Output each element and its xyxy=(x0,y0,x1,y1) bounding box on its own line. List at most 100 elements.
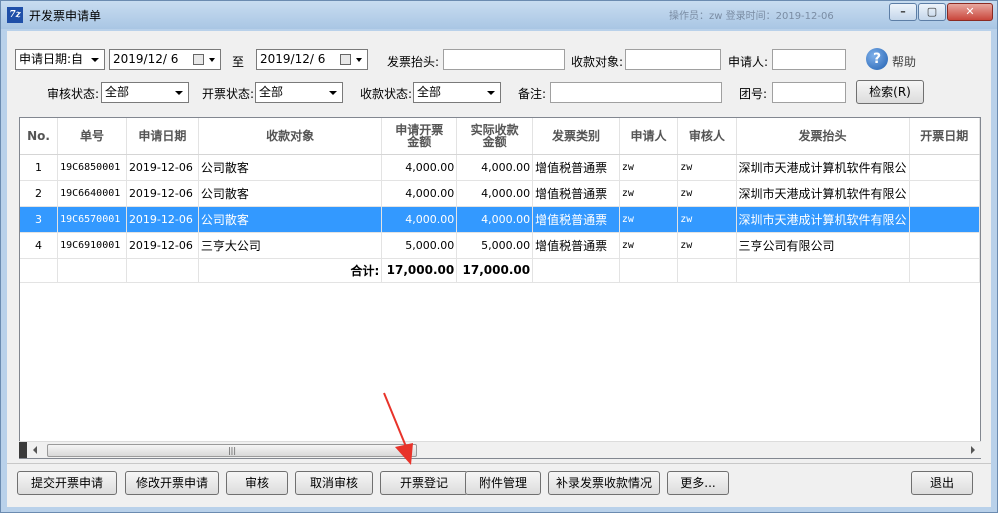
col-header-title[interactable]: 发票抬头 xyxy=(736,118,910,155)
audit-status-label: 审核状态: xyxy=(47,87,100,101)
cell-apply-amount: 4,000.00 xyxy=(381,154,458,181)
cell-applicant: zw xyxy=(619,180,679,207)
total-cell-empty xyxy=(909,258,980,283)
audit-status-select[interactable]: 全部 xyxy=(101,82,189,103)
attachment-manage-button[interactable]: 附件管理 xyxy=(465,471,541,495)
minimize-button[interactable]: – xyxy=(889,3,917,21)
submit-invoice-request-button[interactable]: 提交开票申请 xyxy=(17,471,117,495)
cell-date: 2019-12-06 xyxy=(126,180,199,207)
cell-type: 增值税普通票 xyxy=(532,206,620,233)
payee-label: 收款对象: xyxy=(571,55,624,69)
col-header-apply-amount[interactable]: 申请开票 金额 xyxy=(381,118,458,155)
total-cell-empty xyxy=(57,258,127,283)
col-header-actual-amount[interactable]: 实际收款 金额 xyxy=(456,118,534,155)
divider xyxy=(7,463,991,464)
chevron-down-icon[interactable] xyxy=(356,58,362,62)
exit-button[interactable]: 退出 xyxy=(911,471,973,495)
table-row[interactable]: 2 19C6640001 2019-12-06 公司散客 4,000.00 4,… xyxy=(20,180,980,207)
cell-payee: 公司散客 xyxy=(198,180,383,207)
chevron-down-icon[interactable] xyxy=(209,58,215,62)
remark-input[interactable] xyxy=(550,82,722,103)
total-actual-amount: 17,000.00 xyxy=(456,258,534,283)
invoice-status-value: 全部 xyxy=(259,85,284,99)
invoice-register-button[interactable]: 开票登记 xyxy=(380,471,468,495)
date-from-picker[interactable]: 2019/12/ 6 xyxy=(109,49,221,70)
horizontal-scrollbar[interactable]: ||| xyxy=(19,441,981,458)
cell-apply-amount: 4,000.00 xyxy=(381,180,458,207)
date-mode-select[interactable]: 申请日期:自 xyxy=(15,49,105,70)
maximize-button[interactable]: ▢ xyxy=(918,3,946,21)
cell-title: 深圳市天港成计算机软件有限公 xyxy=(736,180,910,207)
scroll-right-arrow-icon[interactable] xyxy=(971,446,975,454)
collect-status-select[interactable]: 全部 xyxy=(413,82,501,103)
invoice-status-select[interactable]: 全部 xyxy=(255,82,343,103)
payee-input[interactable] xyxy=(625,49,721,70)
cell-invoice-date xyxy=(909,180,980,207)
table-total-row: 合计: 17,000.00 17,000.00 xyxy=(20,258,980,283)
calendar-icon[interactable] xyxy=(193,54,204,65)
col-header-type[interactable]: 发票类别 xyxy=(532,118,620,155)
search-button[interactable]: 检索(R) xyxy=(856,80,924,104)
audit-button[interactable]: 审核 xyxy=(226,471,288,495)
table-header-row: No. 单号 申请日期 收款对象 申请开票 金额 实际收款 金额 发票类别 申请… xyxy=(20,118,980,155)
table-row[interactable]: 1 19C6850001 2019-12-06 公司散客 4,000.00 4,… xyxy=(20,154,980,181)
col-header-no[interactable]: No. xyxy=(20,118,59,155)
cell-applicant: zw xyxy=(619,154,679,181)
scrollbar-thumb[interactable]: ||| xyxy=(47,444,417,457)
cell-actual-amount: 5,000.00 xyxy=(456,232,534,259)
cell-auditor: zw xyxy=(677,232,737,259)
table-row-selected[interactable]: 3 19C6570001 2019-12-06 公司散客 4,000.00 4,… xyxy=(20,206,980,233)
cell-no: 2 xyxy=(20,180,59,207)
total-label: 合计: xyxy=(198,258,383,283)
app-logo-icon: 7z xyxy=(7,7,23,23)
cell-no: 3 xyxy=(20,206,59,233)
col-header-auditor[interactable]: 审核人 xyxy=(677,118,737,155)
to-label: 至 xyxy=(232,55,245,69)
cell-order: 19C6570001 xyxy=(57,206,127,233)
col-header-invoice-date[interactable]: 开票日期 xyxy=(909,118,980,155)
col-header-applicant[interactable]: 申请人 xyxy=(619,118,679,155)
applicant-input[interactable] xyxy=(772,49,846,70)
cell-invoice-date xyxy=(909,206,980,233)
cell-actual-amount: 4,000.00 xyxy=(456,154,534,181)
cell-date: 2019-12-06 xyxy=(126,206,199,233)
help-icon[interactable]: ? xyxy=(866,48,888,70)
group-input[interactable] xyxy=(772,82,846,103)
cell-payee: 三亨大公司 xyxy=(198,232,383,259)
cell-type: 增值税普通票 xyxy=(532,154,620,181)
help-link[interactable]: 帮助 xyxy=(892,53,916,70)
title-status-text: 操作员：zw 登录时间：2019-12-06 xyxy=(669,11,834,22)
total-cell-empty xyxy=(619,258,679,283)
date-to-picker[interactable]: 2019/12/ 6 xyxy=(256,49,368,70)
invoice-status-label: 开票状态: xyxy=(202,87,255,101)
cell-apply-amount: 5,000.00 xyxy=(381,232,458,259)
invoice-title-input[interactable] xyxy=(443,49,565,70)
total-cell-empty xyxy=(677,258,737,283)
col-header-date[interactable]: 申请日期 xyxy=(126,118,199,155)
total-cell-empty xyxy=(532,258,620,283)
cell-title: 深圳市天港成计算机软件有限公 xyxy=(736,154,910,181)
col-header-order[interactable]: 单号 xyxy=(57,118,127,155)
supplement-receipt-button[interactable]: 补录发票收款情况 xyxy=(548,471,660,495)
applicant-label: 申请人: xyxy=(728,55,769,69)
date-from-value: 2019/12/ 6 xyxy=(113,52,179,66)
modify-invoice-request-button[interactable]: 修改开票申请 xyxy=(125,471,219,495)
scroll-left-arrow-icon[interactable] xyxy=(33,446,37,454)
cell-no: 1 xyxy=(20,154,59,181)
title-bar[interactable]: 7z 开发票申请单 操作员：zw 登录时间：2019-12-06 – ▢ ✕ xyxy=(1,1,997,29)
data-grid: No. 单号 申请日期 收款对象 申请开票 金额 实际收款 金额 发票类别 申请… xyxy=(20,118,980,283)
cell-no: 4 xyxy=(20,232,59,259)
scroll-left-edge xyxy=(19,442,27,458)
calendar-icon[interactable] xyxy=(340,54,351,65)
close-button[interactable]: ✕ xyxy=(947,3,993,21)
cell-date: 2019-12-06 xyxy=(126,232,199,259)
more-button[interactable]: 更多... xyxy=(667,471,729,495)
total-cell-empty xyxy=(126,258,199,283)
col-header-payee[interactable]: 收款对象 xyxy=(198,118,383,155)
cell-payee: 公司散客 xyxy=(198,154,383,181)
cancel-audit-button[interactable]: 取消审核 xyxy=(295,471,373,495)
total-cell-empty xyxy=(736,258,910,283)
cell-auditor: zw xyxy=(677,206,737,233)
table-row[interactable]: 4 19C6910001 2019-12-06 三亨大公司 5,000.00 5… xyxy=(20,232,980,259)
date-to-value: 2019/12/ 6 xyxy=(260,52,326,66)
